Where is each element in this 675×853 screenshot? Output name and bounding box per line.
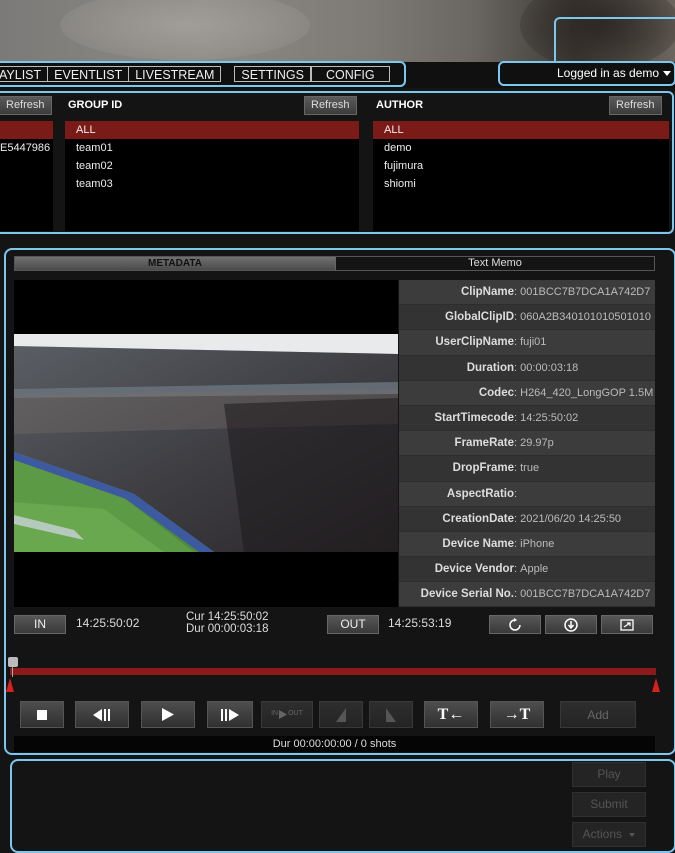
bottom-highlight	[10, 759, 675, 853]
highlight-frame	[554, 17, 675, 63]
nav-highlight	[0, 61, 406, 87]
login-highlight	[498, 61, 675, 86]
filter-highlight	[0, 91, 674, 234]
player-highlight	[4, 248, 675, 755]
